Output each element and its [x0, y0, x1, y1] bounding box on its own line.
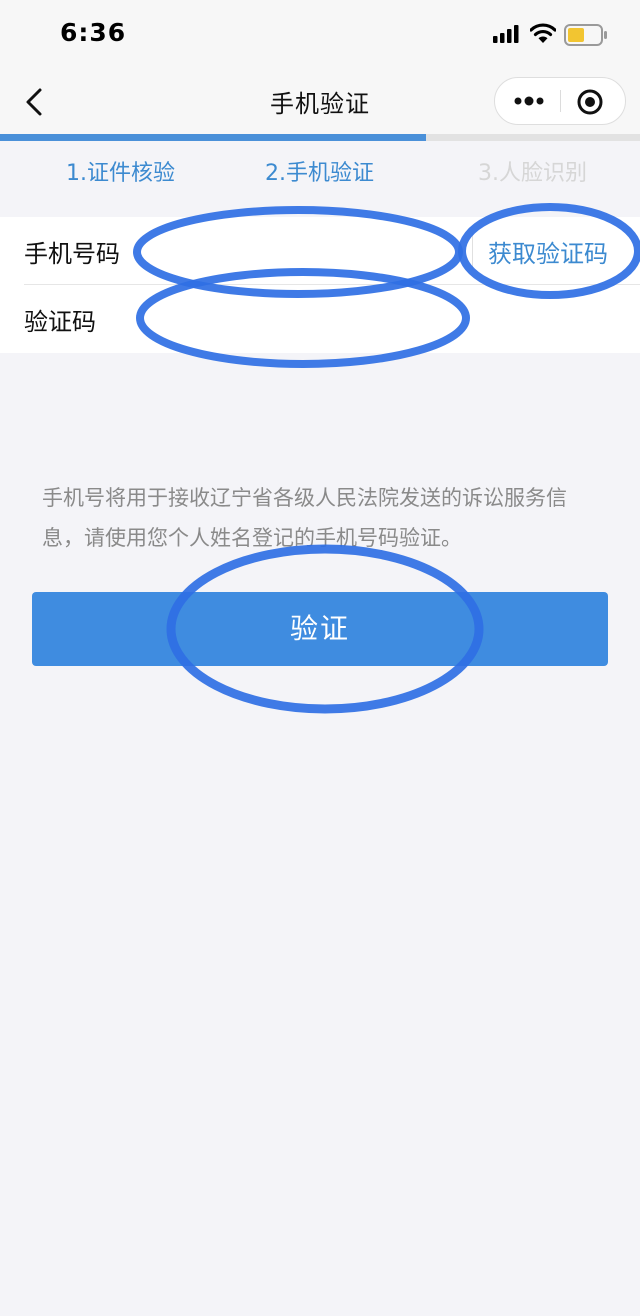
step-3: 3.人脸识别 — [478, 161, 587, 186]
status-time: 6:36 — [60, 18, 127, 47]
navigation-bar: 手机验证 — [0, 70, 640, 136]
mini-program-capsule — [494, 77, 626, 125]
phone-label: 手机号码 — [24, 240, 120, 268]
phone-number-input[interactable] — [150, 227, 444, 275]
verification-code-input[interactable] — [150, 295, 444, 343]
notice-text: 手机号将用于接收辽宁省各级人民法院发送的诉讼服务信息，请使用您个人姓名登记的手机… — [42, 486, 567, 550]
code-label: 验证码 — [24, 308, 96, 336]
get-code-button[interactable]: 获取验证码 — [488, 234, 608, 269]
more-icon[interactable] — [509, 86, 549, 116]
phone-row: 手机号码 获取验证码 — [0, 217, 640, 285]
status-bar: 6:36 — [0, 0, 640, 70]
step-indicator: 1.证件核验 2.手机验证 3.人脸识别 — [0, 141, 640, 217]
step-1: 1.证件核验 — [66, 161, 175, 186]
close-mini-program-icon[interactable] — [575, 87, 605, 117]
code-row: 验证码 — [0, 285, 640, 353]
progress-bar-fill — [0, 134, 426, 141]
progress-bar — [0, 134, 640, 141]
verification-form: 手机号码 获取验证码 验证码 — [0, 217, 640, 353]
battery-icon — [564, 24, 607, 46]
capsule-divider — [560, 90, 561, 112]
wifi-icon — [530, 23, 556, 43]
cellular-signal-icon — [493, 25, 519, 43]
step-2: 2.手机验证 — [265, 161, 374, 186]
verify-button[interactable]: 验证 — [32, 592, 608, 666]
get-code-divider — [472, 233, 473, 269]
